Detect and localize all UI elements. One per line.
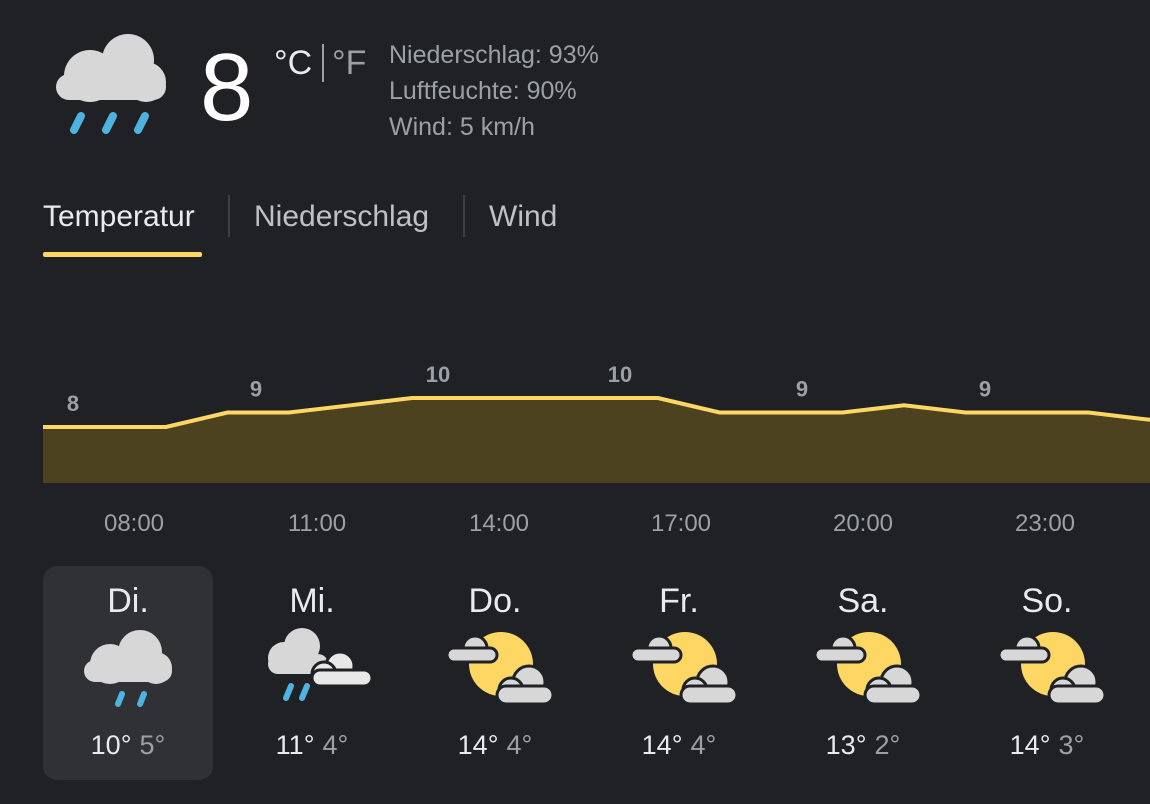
high-temperature: 13°	[825, 730, 867, 760]
low-temperature: 5°	[139, 730, 166, 760]
current-temperature: 8	[200, 34, 254, 141]
day-name: Di.	[107, 582, 149, 620]
temperature-value-label: 8	[67, 391, 79, 416]
time-label: 20:00	[832, 510, 894, 537]
partly-cloudy-icon	[629, 624, 739, 718]
day-forecast-1[interactable]: Di. 10° 5°	[43, 566, 213, 780]
day-forecast-3[interactable]: Do. 14° 4°	[410, 566, 580, 780]
high-temperature: 14°	[641, 730, 683, 760]
active-tab-indicator	[43, 252, 202, 257]
time-label: 14:00	[468, 510, 530, 537]
day-temperatures: 11° 4°	[227, 730, 397, 761]
day-name: Mi.	[289, 582, 335, 620]
fahrenheit-toggle[interactable]: °F	[332, 44, 366, 83]
partly-cloudy-icon	[813, 624, 923, 718]
partly-cloudy-icon	[997, 624, 1107, 718]
tab-divider	[228, 195, 230, 237]
partly-cloudy-icon	[445, 624, 555, 718]
low-temperature: 4°	[322, 730, 349, 760]
humidity-detail: Luftfeuchte: 90%	[389, 77, 577, 105]
day-forecast-6[interactable]: So. 14° 3°	[962, 566, 1132, 780]
rain-cloud-icon	[78, 624, 188, 718]
temperature-chart[interactable]: 8 9 10 10 9 9	[0, 360, 1150, 490]
low-temperature: 3°	[1058, 730, 1085, 760]
day-temperatures: 10° 5°	[43, 730, 213, 761]
day-name: Fr.	[659, 582, 699, 620]
day-forecast-5[interactable]: Sa. 13° 2°	[778, 566, 948, 780]
time-label: 17:00	[650, 510, 712, 537]
temperature-value-label: 9	[250, 377, 262, 402]
high-temperature: 14°	[457, 730, 499, 760]
low-temperature: 4°	[506, 730, 533, 760]
time-label: 08:00	[103, 510, 165, 537]
day-temperatures: 13° 2°	[778, 730, 948, 761]
high-temperature: 10°	[90, 730, 132, 760]
time-label: 23:00	[1014, 510, 1076, 537]
day-temperatures: 14° 4°	[594, 730, 764, 761]
time-label: 11:00	[287, 510, 347, 537]
tab-wind[interactable]: Wind	[489, 200, 557, 234]
rain-clouds-icon	[262, 624, 374, 718]
day-temperatures: 14° 4°	[410, 730, 580, 761]
tab-divider	[463, 195, 465, 237]
precipitation-detail: Niederschlag: 93%	[389, 41, 599, 69]
day-name: Do.	[468, 582, 522, 620]
high-temperature: 11°	[275, 730, 315, 760]
day-name: So.	[1021, 582, 1073, 620]
wind-detail: Wind: 5 km/h	[389, 113, 535, 141]
temperature-value-label: 10	[426, 362, 450, 387]
day-temperatures: 14° 3°	[962, 730, 1132, 761]
low-temperature: 2°	[874, 730, 901, 760]
celsius-toggle[interactable]: °C	[274, 44, 312, 83]
high-temperature: 14°	[1009, 730, 1051, 760]
rain-cloud-icon	[50, 30, 170, 140]
temperature-value-label: 9	[979, 377, 991, 402]
day-forecast-4[interactable]: Fr. 14° 4°	[594, 566, 764, 780]
temperature-value-label: 9	[796, 377, 808, 402]
day-forecast-2[interactable]: Mi. 11° 4°	[227, 566, 397, 780]
tab-temperatur[interactable]: Temperatur	[43, 200, 195, 234]
temperature-value-label: 10	[608, 362, 632, 387]
unit-divider	[322, 44, 324, 82]
low-temperature: 4°	[690, 730, 717, 760]
day-name: Sa.	[837, 582, 889, 620]
tab-niederschlag[interactable]: Niederschlag	[254, 200, 429, 234]
